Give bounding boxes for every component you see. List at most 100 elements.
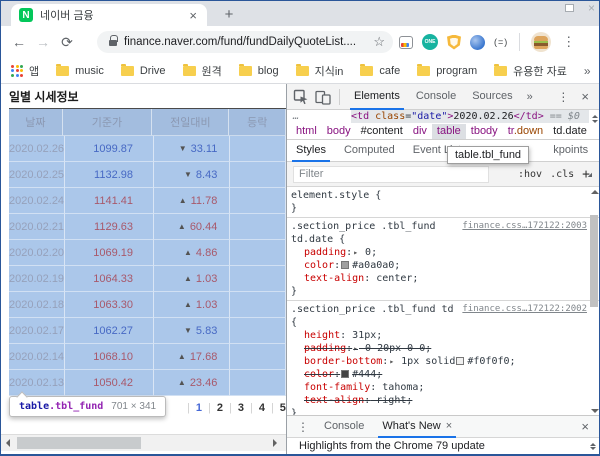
selected-element-line[interactable]: …<td class="date">2020.02.26</td> == $0 xyxy=(287,110,600,124)
css-declaration[interactable]: color:#444; xyxy=(291,368,587,381)
blue-swirl-extension-icon[interactable] xyxy=(470,35,485,50)
devtools-close-icon[interactable]: × xyxy=(575,89,595,104)
breadcrumb-item[interactable]: div xyxy=(408,124,432,140)
css-declaration[interactable]: text-align: center; xyxy=(291,272,587,285)
profile-avatar[interactable] xyxy=(531,32,551,52)
toggle-classes[interactable]: .cls xyxy=(550,169,574,180)
tab-close-icon[interactable]: × xyxy=(187,8,199,23)
breadcrumb-item[interactable]: tr.down xyxy=(503,124,548,140)
screenshot-extension-icon[interactable] xyxy=(399,36,413,49)
css-declaration[interactable]: padding:▸ 0; xyxy=(291,246,587,259)
color-swatch[interactable] xyxy=(341,370,349,378)
css-declaration[interactable]: color:#a0a0a0; xyxy=(291,259,587,272)
horizontal-scrollbar[interactable] xyxy=(1,434,286,451)
equals-extension-icon[interactable]: (=) xyxy=(494,37,508,47)
css-rule[interactable]: .section_price .tbl_fundfinance.css…1721… xyxy=(287,218,600,301)
drawer-close-icon[interactable]: × xyxy=(573,419,597,434)
more-tabs-icon[interactable]: » xyxy=(521,91,539,103)
toggle-hover-state[interactable]: :hov xyxy=(518,169,542,180)
elements-scroll-spinner-icon[interactable] xyxy=(591,112,599,126)
breadcrumb-item[interactable]: table xyxy=(432,124,466,140)
address-bar[interactable]: finance.naver.com/fund/fundDailyQuoteLis… xyxy=(97,31,393,53)
css-declaration[interactable]: padding:▸ 0 20px 0 0; xyxy=(291,342,587,355)
bookmark-folder[interactable]: Drive xyxy=(121,65,166,77)
tab-styles[interactable]: Styles xyxy=(287,140,335,162)
bookmark-folder[interactable]: music xyxy=(56,65,104,77)
url-text[interactable]: finance.naver.com/fund/fundDailyQuoteLis… xyxy=(124,36,369,48)
table-row[interactable]: 2020.02.171062.27▼5.83 xyxy=(9,318,286,344)
bookmark-folder[interactable]: 원격 xyxy=(183,63,222,79)
new-tab-button[interactable]: + xyxy=(219,5,239,25)
chrome-menu-icon[interactable]: ⋮ xyxy=(562,34,575,50)
table-row[interactable]: 2020.02.181063.30▲1.03 xyxy=(9,292,286,318)
devtools-tab-elements[interactable]: Elements xyxy=(346,84,408,110)
bookmark-folder[interactable]: blog xyxy=(239,65,279,77)
stylesheet-link[interactable]: finance.css…172122:2003 xyxy=(462,220,587,233)
stylesheet-link[interactable]: finance.css…172122:2002 xyxy=(462,303,587,329)
scroll-down-icon[interactable] xyxy=(591,409,599,413)
tab-dom-breakpoints[interactable]: kpoints xyxy=(544,140,597,162)
page-number[interactable]: 3 xyxy=(238,402,244,414)
breadcrumb-item[interactable]: #content xyxy=(356,124,408,140)
table-row[interactable]: 2020.02.211129.63▲60.44 xyxy=(9,214,286,240)
page-number[interactable]: 4 xyxy=(259,402,265,414)
bookmark-folder[interactable]: 유용한 자료 xyxy=(494,63,567,79)
devtools-menu-icon[interactable]: ⋮ xyxy=(551,90,575,104)
scroll-up-icon[interactable] xyxy=(591,190,599,194)
bookmark-folder[interactable]: program xyxy=(417,65,477,77)
drawer-menu-icon[interactable]: ⋮ xyxy=(291,420,315,434)
breadcrumb-item[interactable]: tbody xyxy=(466,124,503,140)
page-number[interactable]: 5 xyxy=(280,402,286,414)
device-toolbar-icon[interactable] xyxy=(315,89,331,105)
window-close-icon[interactable]: × xyxy=(588,3,595,13)
new-style-rule-button[interactable]: + xyxy=(582,167,595,182)
scroll-left-icon[interactable] xyxy=(6,439,10,447)
css-declaration[interactable]: text-align: right; xyxy=(291,394,587,407)
inspect-element-icon[interactable] xyxy=(293,89,309,105)
forward-button[interactable]: → xyxy=(31,34,55,50)
onetab-extension-icon[interactable]: ONE xyxy=(422,34,438,50)
css-declaration[interactable]: font-family: tahoma; xyxy=(291,381,587,394)
devtools-tab-console[interactable]: Console xyxy=(408,84,464,110)
page-number[interactable]: 1 xyxy=(196,402,202,414)
table-row[interactable]: 2020.02.261099.87▼33.11 xyxy=(9,136,286,162)
collapsed-ancestors[interactable]: … xyxy=(293,111,299,122)
window-restore-icon[interactable] xyxy=(565,4,574,12)
table-row[interactable]: 2020.02.141068.10▲17.68 xyxy=(9,344,286,370)
tab-computed[interactable]: Computed xyxy=(335,140,404,162)
color-swatch[interactable] xyxy=(341,261,349,269)
css-declaration[interactable]: border-bottom:▸ 1px solid#f0f0f0; xyxy=(291,355,587,368)
table-row[interactable]: 2020.02.191064.33▲1.03 xyxy=(9,266,286,292)
table-row[interactable]: 2020.02.201069.19▲4.86 xyxy=(9,240,286,266)
color-swatch[interactable] xyxy=(456,357,464,365)
drawer-tab-close-icon[interactable]: × xyxy=(446,420,452,432)
scroll-right-icon[interactable] xyxy=(273,439,277,447)
css-rule[interactable]: element.style {} xyxy=(287,187,600,218)
styles-vertical-scrollbar[interactable] xyxy=(589,187,600,418)
reload-button[interactable]: ⟳ xyxy=(55,34,79,51)
drawer-scroll-spinner-icon[interactable] xyxy=(589,439,597,454)
bookmark-folder[interactable]: 지식in xyxy=(296,63,344,79)
css-declaration[interactable]: height: 31px; xyxy=(291,329,587,342)
whats-new-text[interactable]: Highlights from the Chrome 79 update xyxy=(299,440,485,452)
css-rule[interactable]: .section_price .tbl_fund td {finance.css… xyxy=(287,301,600,418)
devtools-tab-sources[interactable]: Sources xyxy=(464,84,520,110)
apps-shortcut[interactable]: 앱 xyxy=(11,63,39,79)
scrollbar-thumb[interactable] xyxy=(590,215,598,307)
browser-tab[interactable]: N 네이버 금융 × xyxy=(11,4,207,26)
page-number[interactable]: 2 xyxy=(217,402,223,414)
bookmark-folder[interactable]: cafe xyxy=(360,65,400,77)
scrollbar-thumb[interactable] xyxy=(17,437,141,449)
table-row[interactable]: 2020.02.251132.98▼8.43 xyxy=(9,162,286,188)
bookmarks-overflow-icon[interactable]: » xyxy=(584,64,591,78)
breadcrumb-item[interactable]: body xyxy=(322,124,356,140)
back-button[interactable]: ← xyxy=(7,34,31,50)
bookmark-star-icon[interactable]: ☆ xyxy=(373,34,385,50)
shield-extension-icon[interactable] xyxy=(447,35,461,50)
breadcrumb-item[interactable]: td.date xyxy=(548,124,592,140)
table-row[interactable]: 2020.02.241141.41▲11.78 xyxy=(9,188,286,214)
styles-filter-input[interactable] xyxy=(293,166,489,183)
drawer-tab-whats-new[interactable]: What's New× xyxy=(373,416,461,438)
breadcrumb-item[interactable]: html xyxy=(291,124,322,140)
drawer-tab-console[interactable]: Console xyxy=(315,416,373,438)
